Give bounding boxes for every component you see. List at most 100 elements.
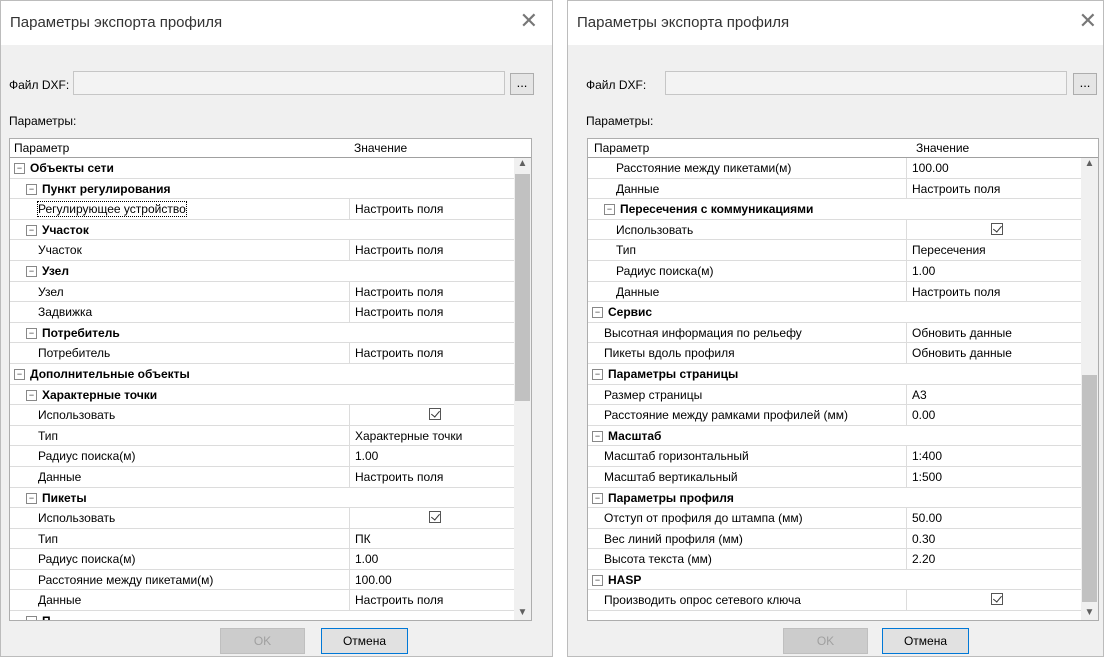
property-row[interactable]: Тип Пересечения <box>588 240 1081 261</box>
property-row[interactable]: Высота текста (мм) 2.20 <box>588 549 1081 570</box>
property-value-cell[interactable] <box>349 508 514 529</box>
property-name-cell[interactable]: Использовать <box>10 405 349 426</box>
property-row[interactable]: Радиус поиска(м) 1.00 <box>10 549 514 570</box>
collapse-toggle-icon[interactable]: − <box>14 163 25 174</box>
column-header-value[interactable]: Значение <box>354 141 407 155</box>
property-row[interactable]: Отступ от профиля до штампа (мм) 50.00 <box>588 508 1081 529</box>
property-name-cell[interactable]: Использовать <box>588 220 906 241</box>
property-value-cell[interactable]: Настроить поля <box>349 466 514 488</box>
category-row[interactable]: − Пересечения с коммуникациями <box>588 199 1081 220</box>
collapse-toggle-icon[interactable]: − <box>592 574 603 586</box>
property-row[interactable]: Масштаб горизонтальный 1:400 <box>588 446 1081 467</box>
category-row[interactable]: − Пункт регулирования <box>10 179 514 200</box>
property-name-cell[interactable]: Радиус поиска(м) <box>10 446 349 467</box>
property-value-cell[interactable]: Настроить поля <box>349 281 514 303</box>
property-value-cell[interactable]: ПК <box>349 528 514 550</box>
collapse-toggle-icon[interactable]: − <box>14 368 25 380</box>
property-row[interactable]: Вес линий профиля (мм) 0.30 <box>588 528 1081 550</box>
category-row[interactable]: − Параметры страницы <box>588 364 1081 385</box>
checkbox-checked-icon[interactable] <box>990 593 1003 606</box>
property-row[interactable]: Пикеты вдоль профиля Обновить данные <box>588 343 1081 364</box>
property-value-cell[interactable]: 100.00 <box>906 158 1081 179</box>
category-row[interactable]: −П <box>10 611 514 620</box>
category-row[interactable]: − Дополнительные объекты <box>10 364 514 385</box>
property-name-cell[interactable]: − Масштаб <box>588 426 1081 447</box>
property-name-cell[interactable]: Размер страницы <box>588 385 906 406</box>
property-name-cell[interactable]: Данные <box>10 467 349 488</box>
close-icon[interactable]: ✕ <box>520 9 538 33</box>
scroll-up-icon[interactable]: ▲ <box>514 158 531 169</box>
property-row[interactable]: Использовать <box>10 405 514 426</box>
property-row[interactable]: Расстояние между рамками профилей (мм) 0.… <box>588 405 1081 426</box>
property-name-cell[interactable]: − Объекты сети <box>10 158 514 179</box>
property-grid[interactable]: Параметр Значение − Объекты сети − Пункт ре… <box>9 138 532 621</box>
category-row[interactable]: − HASP <box>588 570 1081 591</box>
property-name-cell[interactable]: − Параметры профиля <box>588 488 1081 509</box>
property-row[interactable]: Расстояние между пикетами(м) 100.00 <box>588 158 1081 179</box>
column-header-param[interactable]: Параметр <box>14 141 69 155</box>
category-row[interactable]: − Потребитель <box>10 323 514 344</box>
property-row[interactable]: Тип ПК <box>10 528 514 550</box>
collapse-toggle-icon[interactable]: − <box>592 430 603 442</box>
collapse-toggle-icon[interactable]: − <box>592 368 603 380</box>
property-name-cell[interactable]: Производить опрос сетевого ключа <box>588 590 906 612</box>
property-name-cell[interactable]: − Потребитель <box>10 323 514 344</box>
scroll-down-icon[interactable]: ▼ <box>514 607 531 618</box>
property-name-cell[interactable]: Пикеты вдоль профиля <box>588 343 906 364</box>
property-name-cell[interactable]: Узел <box>10 282 349 303</box>
property-name-cell[interactable]: Данные <box>588 179 906 200</box>
property-value-cell[interactable]: Пересечения <box>906 240 1081 261</box>
property-name-cell[interactable]: Вес линий профиля (мм) <box>588 529 906 550</box>
scroll-down-icon[interactable]: ▼ <box>1081 607 1098 618</box>
property-name-cell[interactable]: Расстояние между пикетами(м) <box>588 158 906 179</box>
property-name-cell[interactable]: −П <box>10 611 514 620</box>
property-name-cell[interactable]: − Участок <box>10 220 514 241</box>
collapse-toggle-icon[interactable]: − <box>26 224 37 236</box>
property-value-cell[interactable]: 2.20 <box>906 549 1081 570</box>
property-value-cell[interactable]: Обновить данные <box>906 343 1081 364</box>
category-row[interactable]: − Пикеты <box>10 488 514 509</box>
property-name-cell[interactable]: Расстояние между пикетами(м) <box>10 570 349 591</box>
scroll-thumb[interactable] <box>515 174 530 401</box>
property-row[interactable]: Тип Характерные точки <box>10 425 514 447</box>
category-row[interactable]: − Участок <box>10 220 514 241</box>
property-name-cell[interactable]: Данные <box>10 590 349 612</box>
property-value-cell[interactable] <box>906 219 1081 241</box>
property-name-cell[interactable]: Отступ от профиля до штампа (мм) <box>588 508 906 529</box>
property-value-cell[interactable]: 1.00 <box>349 549 514 570</box>
property-row[interactable]: Расстояние между пикетами(м) 100.00 <box>10 569 514 591</box>
property-value-cell[interactable]: Настроить поля <box>349 199 514 220</box>
collapse-toggle-icon[interactable]: − <box>604 204 615 216</box>
scroll-up-icon[interactable]: ▲ <box>1081 158 1098 169</box>
ok-button[interactable]: OK <box>783 628 868 654</box>
category-row[interactable]: − Характерные точки <box>10 385 514 406</box>
property-value-cell[interactable]: A3 <box>906 384 1081 406</box>
property-row[interactable]: Задвижка Настроить поля <box>10 302 514 323</box>
collapse-toggle-icon[interactable]: − <box>26 265 37 277</box>
collapse-toggle-icon[interactable]: − <box>26 616 37 620</box>
cancel-button[interactable]: Отмена <box>321 628 408 654</box>
property-value-cell[interactable]: Настроить поля <box>349 240 514 261</box>
property-name-cell[interactable]: − Узел <box>10 261 514 282</box>
property-name-cell[interactable]: Радиус поиска(м) <box>10 549 349 570</box>
property-name-cell[interactable]: Высота текста (мм) <box>588 549 906 570</box>
property-value-cell[interactable]: 1:500 <box>906 466 1081 488</box>
column-header-param[interactable]: Параметр <box>594 141 649 155</box>
property-name-cell[interactable]: − Пересечения с коммуникациями <box>588 199 1081 220</box>
property-row[interactable]: Участок Настроить поля <box>10 240 514 261</box>
property-value-cell[interactable]: 1.00 <box>906 260 1081 282</box>
property-name-cell[interactable]: − Дополнительные объекты <box>10 364 514 385</box>
property-row[interactable]: Высотная информация по рельефу Обновить д… <box>588 322 1081 344</box>
property-value-cell[interactable]: 1:400 <box>906 446 1081 467</box>
ok-button[interactable]: OK <box>220 628 305 654</box>
dxf-file-input[interactable] <box>665 71 1067 95</box>
property-name-cell[interactable]: Тип <box>10 529 349 550</box>
collapse-toggle-icon[interactable]: − <box>26 183 37 195</box>
checkbox-checked-icon[interactable] <box>990 222 1003 235</box>
property-name-cell[interactable]: Данные <box>588 282 906 303</box>
property-row[interactable]: Данные Настроить поля <box>588 281 1081 303</box>
property-value-cell[interactable]: Настроить поля <box>349 302 514 323</box>
property-value-cell[interactable]: Характерные точки <box>349 425 514 447</box>
property-row[interactable]: Данные Настроить поля <box>588 178 1081 200</box>
property-name-cell[interactable]: Использовать <box>10 508 349 529</box>
